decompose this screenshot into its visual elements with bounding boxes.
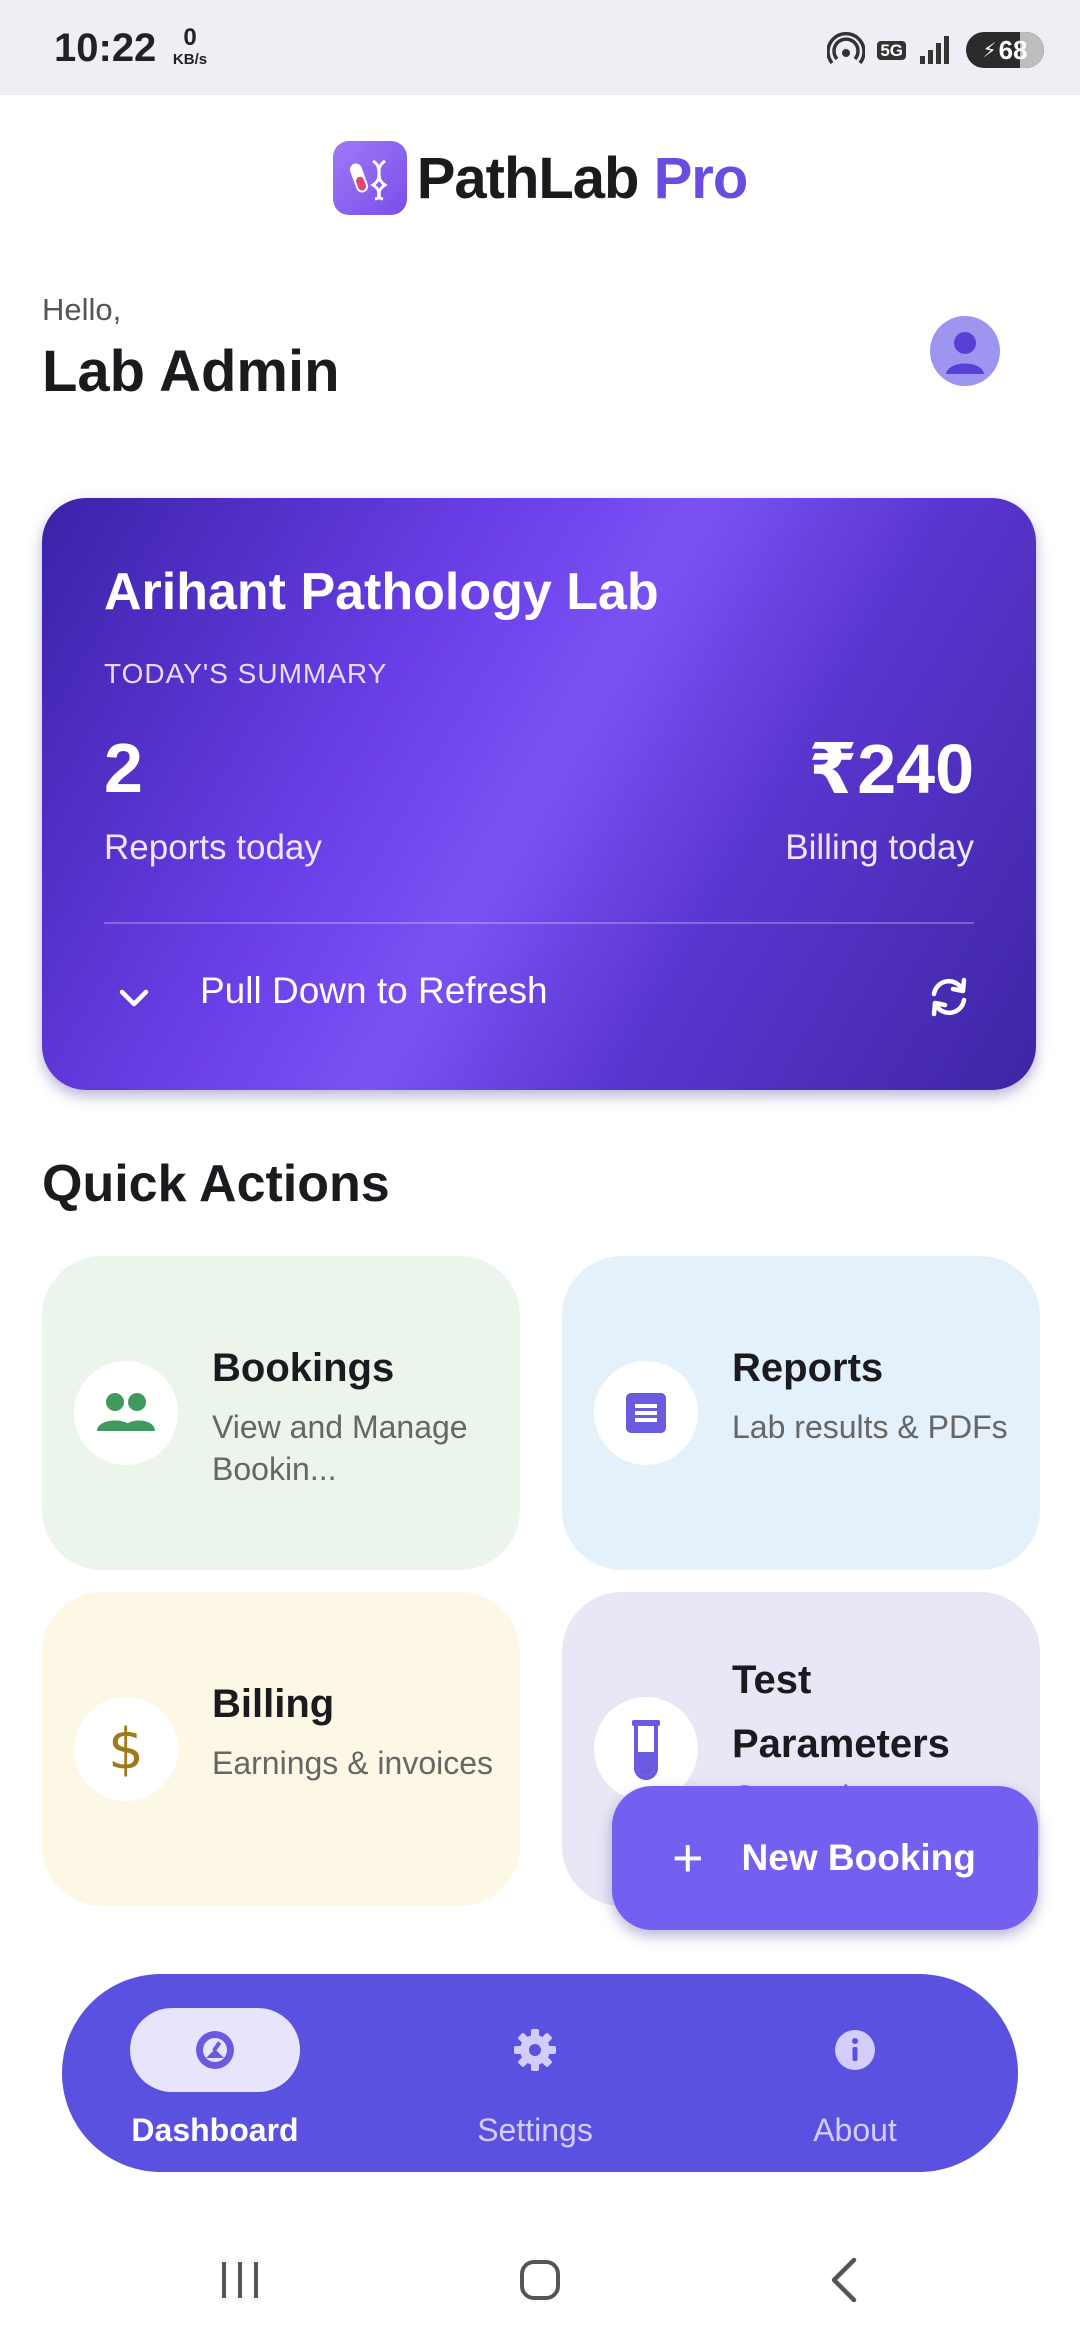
signal-icon bbox=[920, 36, 949, 64]
battery-bolt-icon: ⚡ bbox=[982, 39, 997, 62]
home-icon[interactable] bbox=[518, 2258, 562, 2302]
greeting-hello: Hello, bbox=[42, 292, 122, 327]
bottom-navigation: Dashboard Settings About bbox=[62, 1974, 1018, 2172]
billing-title: Billing bbox=[212, 1682, 335, 1726]
nav-dashboard-label: Dashboard bbox=[131, 2112, 299, 2148]
nav-about[interactable]: About bbox=[738, 1974, 978, 2172]
nav-settings-label: Settings bbox=[477, 2112, 593, 2148]
battery-level: 68 bbox=[998, 34, 1028, 65]
battery-indicator: ⚡ 68 bbox=[966, 32, 1044, 68]
status-time: 10:22 bbox=[54, 26, 157, 70]
new-booking-button[interactable]: + New Booking bbox=[612, 1786, 1038, 1930]
people-icon bbox=[74, 1361, 178, 1465]
reports-title: Reports bbox=[732, 1346, 884, 1390]
reports-subtitle: Lab results & PDFs bbox=[732, 1409, 1008, 1445]
user-avatar-icon[interactable] bbox=[930, 316, 1000, 386]
brand-main: PathLab bbox=[416, 145, 640, 211]
lab-name: Arihant Pathology Lab bbox=[104, 563, 659, 621]
chevron-down-icon bbox=[119, 989, 149, 1007]
reports-count: 2 bbox=[104, 729, 143, 807]
billing-subtitle: Earnings & invoices bbox=[212, 1745, 494, 1781]
summary-card: Arihant Pathology Lab TODAY'S SUMMARY 2 … bbox=[42, 498, 1036, 1090]
network-speed-unit: KB/s bbox=[172, 51, 208, 68]
status-icons: 5G ⚡ 68 bbox=[827, 30, 1044, 70]
billing-tile[interactable]: $ Billing Earnings & invoices bbox=[42, 1592, 520, 1906]
bookings-title: Bookings bbox=[212, 1346, 395, 1390]
bookings-subtitle: View and Manage Bookin... bbox=[212, 1409, 468, 1487]
dna-vial-logo-icon bbox=[332, 141, 407, 215]
network-speed: 0 KB/s bbox=[170, 24, 210, 68]
billing-label: Billing today bbox=[785, 828, 974, 867]
summary-label: TODAY'S SUMMARY bbox=[104, 658, 388, 689]
plus-icon: + bbox=[672, 1828, 704, 1888]
greeting-name: Lab Admin bbox=[42, 339, 340, 404]
reports-label: Reports today bbox=[104, 828, 322, 867]
card-divider bbox=[104, 922, 974, 924]
status-bar: 10:22 0 KB/s 5G ⚡ 68 bbox=[0, 0, 1080, 95]
back-icon[interactable] bbox=[822, 2256, 866, 2304]
quick-actions-title: Quick Actions bbox=[42, 1155, 390, 1213]
system-navigation-bar bbox=[0, 2220, 1080, 2340]
bookings-tile[interactable]: Bookings View and Manage Bookin... bbox=[42, 1256, 520, 1570]
hotspot-icon bbox=[827, 32, 866, 65]
document-icon bbox=[594, 1361, 698, 1465]
nav-settings[interactable]: Settings bbox=[418, 1974, 658, 2172]
dashboard-icon bbox=[98, 2008, 332, 2092]
refresh-hint: Pull Down to Refresh bbox=[200, 970, 548, 1011]
nav-about-label: About bbox=[813, 2112, 897, 2148]
network-type-label: 5G bbox=[877, 40, 906, 60]
info-icon bbox=[738, 2008, 972, 2092]
app-header: PathLab Pro bbox=[0, 140, 1080, 216]
dollar-icon: $ bbox=[74, 1697, 178, 1801]
app-brand: PathLab Pro bbox=[416, 145, 749, 212]
billing-amount: ₹240 bbox=[808, 730, 975, 808]
network-speed-value: 0 bbox=[183, 24, 197, 51]
test-parameters-title: Test Parameters bbox=[732, 1658, 950, 1766]
recent-apps-icon[interactable] bbox=[218, 2258, 262, 2302]
gear-icon bbox=[418, 2008, 652, 2092]
new-booking-label: New Booking bbox=[741, 1837, 976, 1878]
refresh-icon[interactable] bbox=[924, 972, 974, 1022]
nav-dashboard[interactable]: Dashboard bbox=[98, 1974, 338, 2172]
brand-accent: Pro bbox=[653, 145, 749, 211]
reports-tile[interactable]: Reports Lab results & PDFs bbox=[562, 1256, 1040, 1570]
